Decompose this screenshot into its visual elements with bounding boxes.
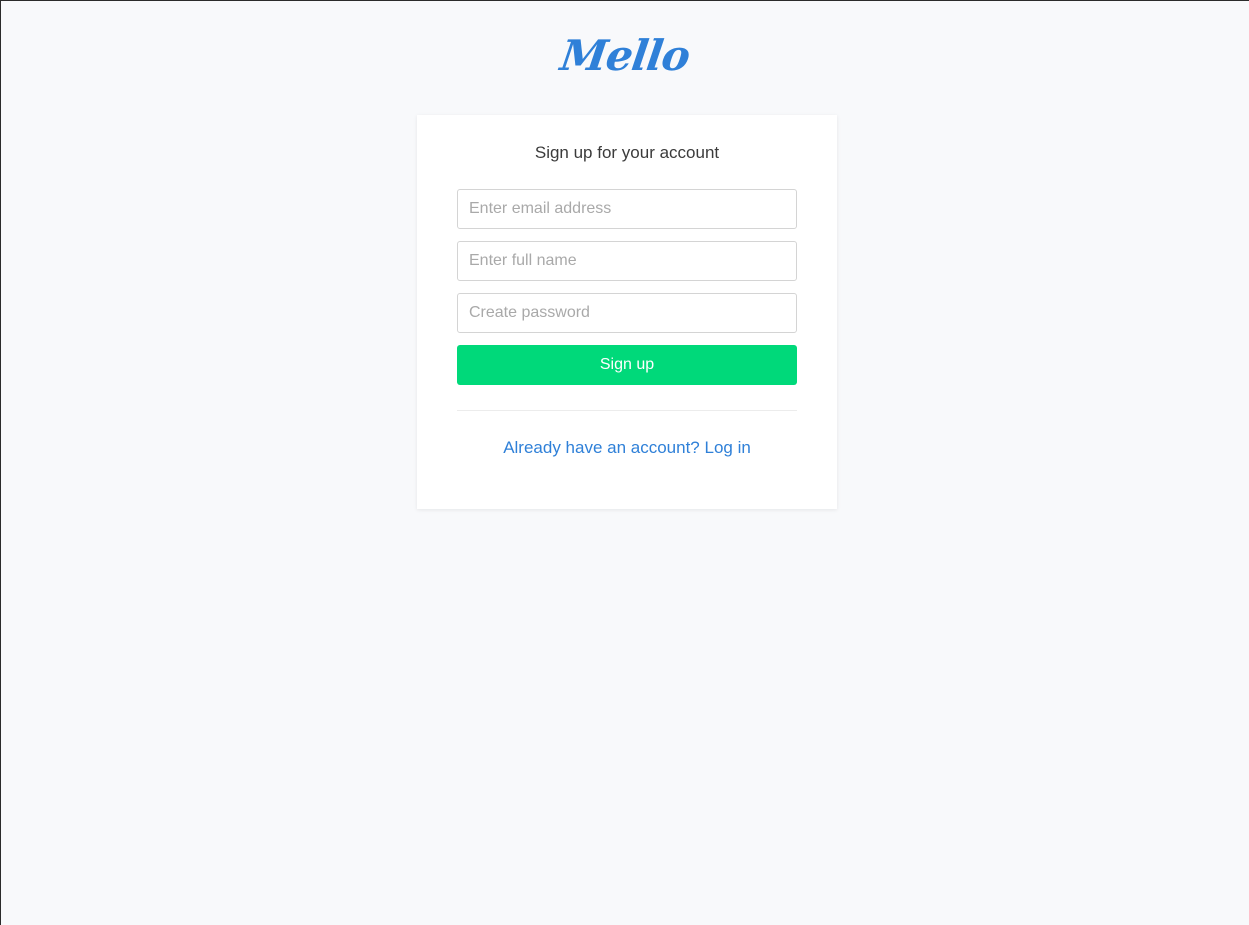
email-field[interactable] (457, 189, 797, 229)
full-name-field[interactable] (457, 241, 797, 281)
divider (457, 410, 797, 411)
mello-logo: Mello (557, 31, 693, 80)
signup-button[interactable]: Sign up (457, 345, 797, 385)
password-field[interactable] (457, 293, 797, 333)
signup-card: Sign up for your account Sign up Already… (417, 115, 837, 509)
signup-title: Sign up for your account (534, 143, 720, 162)
login-link[interactable]: Already have an account? Log in (457, 438, 797, 458)
